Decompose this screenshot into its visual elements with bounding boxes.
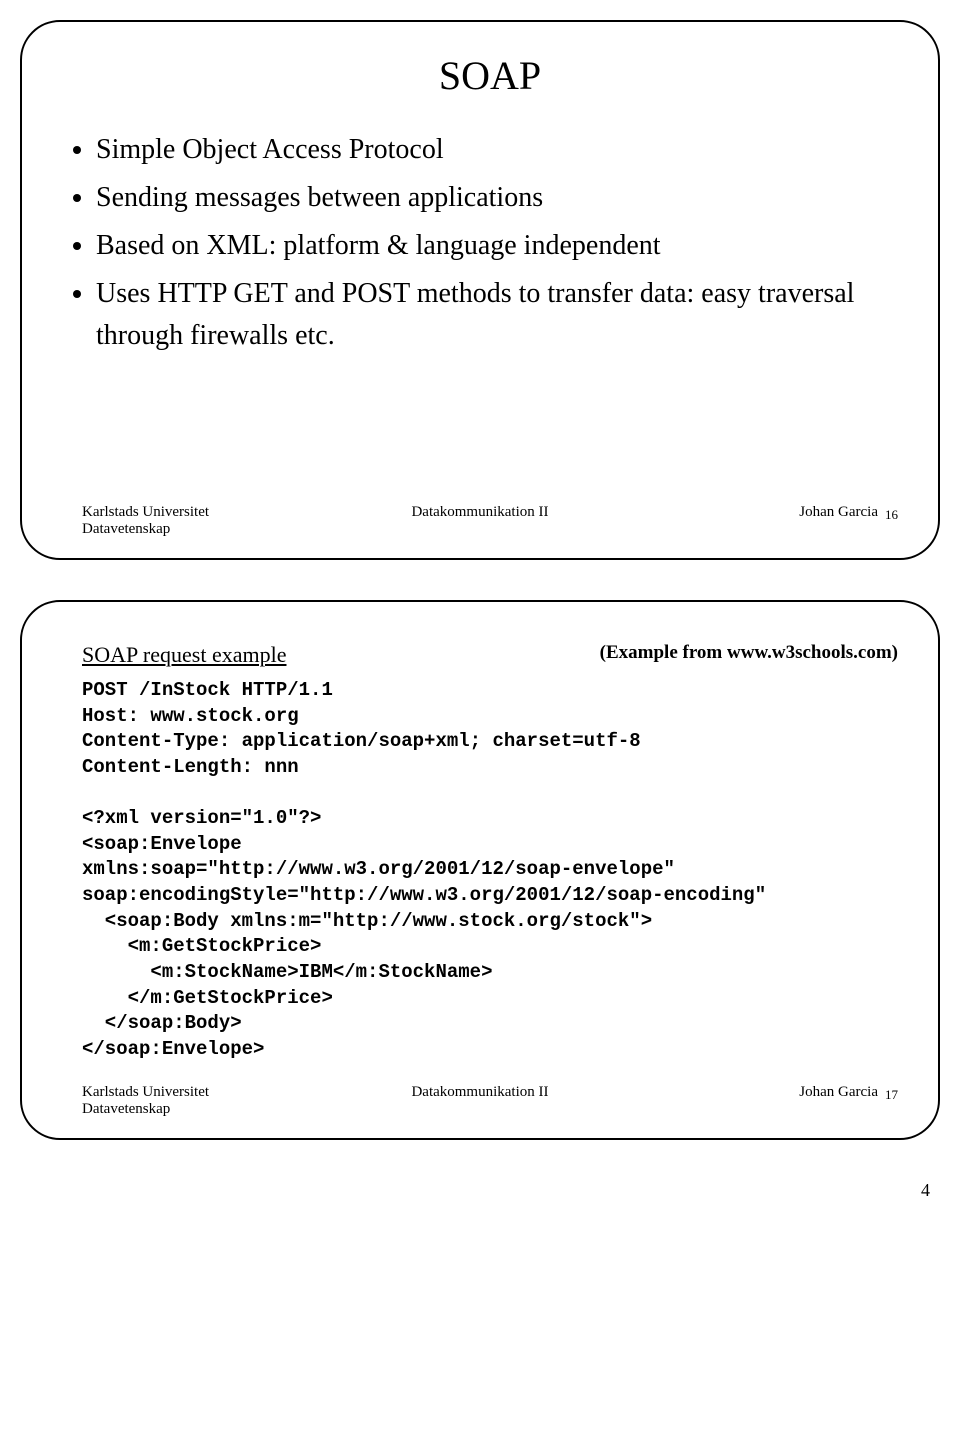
bullet-list: Simple Object Access Protocol Sending me… [82,129,898,357]
footer-university: Karlstads Universitet [82,504,347,521]
slide-footer: Karlstads Universitet Datavetenskap Data… [82,1084,878,1118]
slide-2: SOAP request example (Example from www.w… [20,600,940,1140]
example-header: SOAP request example (Example from www.w… [82,642,898,668]
slide-1: SOAP Simple Object Access Protocol Sendi… [20,20,940,560]
bullet-item: Uses HTTP GET and POST methods to transf… [96,273,898,357]
footer-university: Karlstads Universitet [82,1084,347,1101]
slide-footer: Karlstads Universitet Datavetenskap Data… [82,504,878,538]
page-number: 4 [20,1180,930,1201]
footer-course: Datakommunikation II [347,504,612,538]
bullet-item: Based on XML: platform & language indepe… [96,225,898,267]
footer-author: Johan Garcia [613,504,878,538]
footer-department: Datavetenskap [82,521,347,538]
code-block: POST /InStock HTTP/1.1 Host: www.stock.o… [82,678,898,1063]
slide-number: 16 [885,507,898,523]
slide-title: SOAP [82,52,898,99]
footer-department: Datavetenskap [82,1101,347,1118]
bullet-item: Sending messages between applications [96,177,898,219]
footer-author: Johan Garcia [613,1084,878,1118]
example-label: SOAP request example [82,642,490,668]
slide-number: 17 [885,1087,898,1103]
footer-course: Datakommunikation II [347,1084,612,1118]
example-source: (Example from www.w3schools.com) [490,642,898,668]
bullet-item: Simple Object Access Protocol [96,129,898,171]
